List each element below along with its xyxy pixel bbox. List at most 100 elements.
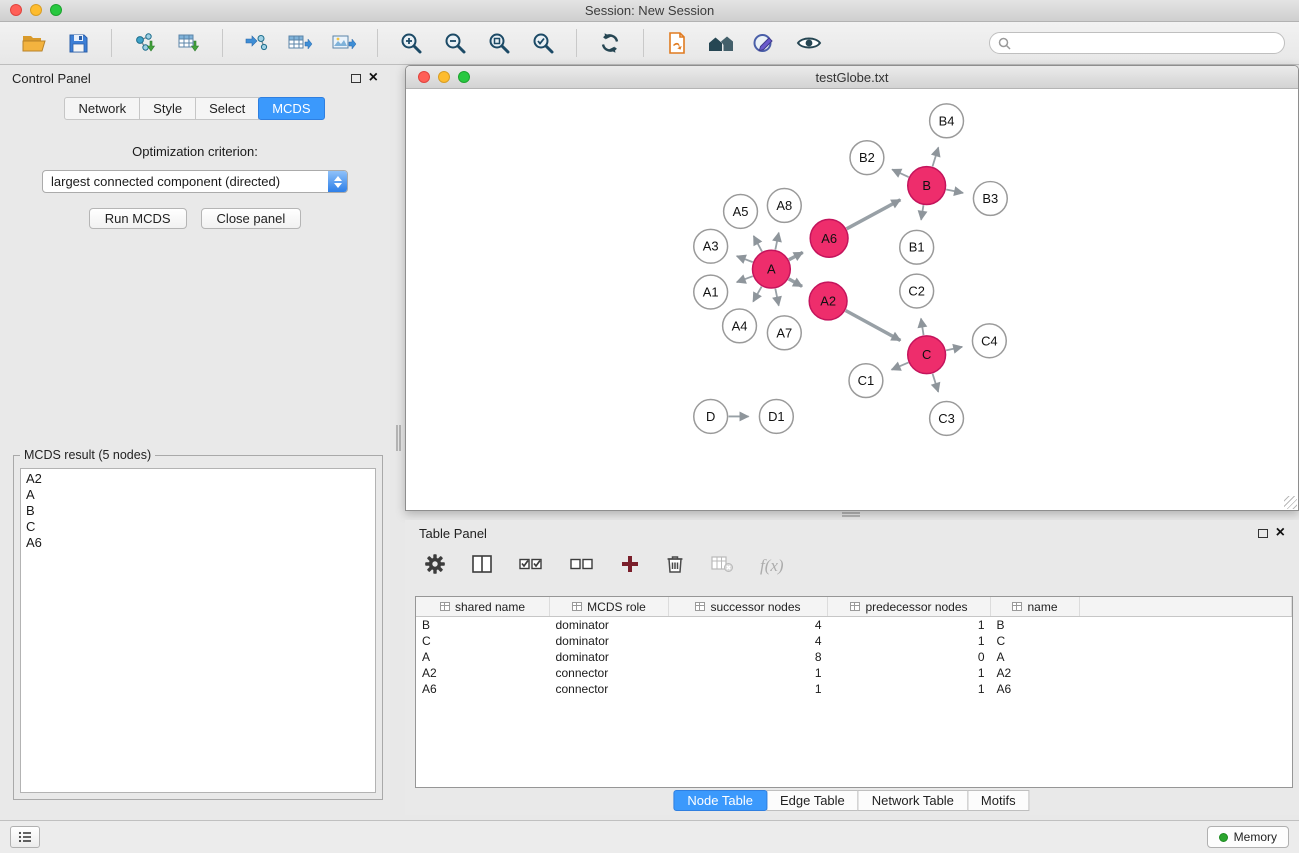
graph-node[interactable]: A6 xyxy=(810,219,848,257)
close-panel-icon[interactable]: × xyxy=(369,72,378,84)
add-column-button[interactable] xyxy=(621,555,639,578)
table-settings-button[interactable] xyxy=(425,554,445,579)
float-table-panel-icon[interactable] xyxy=(1258,529,1268,538)
list-item[interactable]: A6 xyxy=(26,535,370,551)
graph-node[interactable]: B2 xyxy=(850,141,884,175)
graph-edge[interactable] xyxy=(753,287,761,302)
graph-node[interactable]: A xyxy=(752,250,790,288)
graph-node[interactable]: B3 xyxy=(973,182,1007,216)
table-row[interactable]: A6connector11A6 xyxy=(416,681,1292,697)
close-table-panel-icon[interactable]: × xyxy=(1276,527,1285,539)
zoom-fit-button[interactable] xyxy=(479,26,519,60)
graph-edge[interactable] xyxy=(921,205,923,220)
import-network-button[interactable] xyxy=(125,26,165,60)
table-row[interactable]: Bdominator41B xyxy=(416,617,1292,634)
graph-node[interactable]: C2 xyxy=(900,274,934,308)
open-session-button[interactable] xyxy=(14,26,54,60)
export-network-button[interactable] xyxy=(236,26,276,60)
export-table-button[interactable] xyxy=(280,26,320,60)
float-panel-icon[interactable] xyxy=(351,74,361,83)
function-builder-button[interactable]: f(x) xyxy=(760,556,784,576)
tab-mcds[interactable]: MCDS xyxy=(258,97,324,120)
close-panel-button[interactable]: Close panel xyxy=(201,208,302,229)
list-item[interactable]: A2 xyxy=(26,471,370,487)
column-header[interactable]: name xyxy=(991,597,1080,617)
memory-button[interactable]: Memory xyxy=(1207,826,1289,848)
graph-edge[interactable] xyxy=(892,169,908,177)
home-views-button[interactable] xyxy=(701,26,741,60)
graph-edge[interactable] xyxy=(933,374,939,392)
graph-node[interactable]: A8 xyxy=(767,189,801,223)
tab-select[interactable]: Select xyxy=(195,97,259,120)
show-hide-details-button[interactable] xyxy=(789,26,829,60)
network-canvas[interactable]: B4 B2 B B3 A5 A8 A6 A3 B1 A C2 A1 A2 A4 A7 C4 C C1 D D1 C3 xyxy=(406,89,1298,510)
graph-edge[interactable] xyxy=(775,233,778,250)
graph-node[interactable]: A2 xyxy=(809,282,847,320)
graph-node[interactable]: D1 xyxy=(759,400,793,434)
annotation-mode-button[interactable] xyxy=(745,26,785,60)
tab-style[interactable]: Style xyxy=(139,97,196,120)
column-header[interactable]: shared name xyxy=(416,597,550,617)
graph-node[interactable]: C3 xyxy=(930,402,964,436)
graph-node[interactable]: A5 xyxy=(724,194,758,228)
task-history-button[interactable] xyxy=(10,826,40,848)
deselect-all-button[interactable] xyxy=(570,556,594,577)
export-image-button[interactable] xyxy=(324,26,364,60)
graph-edge[interactable] xyxy=(846,311,901,341)
tab-node-table[interactable]: Node Table xyxy=(673,790,767,811)
graph-edge[interactable] xyxy=(775,289,778,306)
list-item[interactable]: A xyxy=(26,487,370,503)
graph-node[interactable]: A3 xyxy=(694,229,728,263)
tab-network[interactable]: Network xyxy=(64,97,140,120)
column-header[interactable]: predecessor nodes xyxy=(828,597,991,617)
graph-edge[interactable] xyxy=(789,252,803,259)
table-row[interactable]: Cdominator41C xyxy=(416,633,1292,649)
run-mcds-button[interactable]: Run MCDS xyxy=(89,208,187,229)
resize-grip-icon[interactable] xyxy=(1284,496,1297,509)
zoom-selected-button[interactable] xyxy=(523,26,563,60)
save-session-button[interactable] xyxy=(58,26,98,60)
import-table-button[interactable] xyxy=(169,26,209,60)
graph-node[interactable]: A7 xyxy=(767,316,801,350)
delete-table-button[interactable] xyxy=(711,555,733,578)
graph-edge[interactable] xyxy=(789,279,802,286)
network-window-titlebar[interactable]: testGlobe.txt xyxy=(406,66,1298,89)
tab-motifs[interactable]: Motifs xyxy=(967,790,1030,811)
graph-edge[interactable] xyxy=(921,319,924,335)
graph-edge[interactable] xyxy=(946,190,963,193)
zoom-out-button[interactable] xyxy=(435,26,475,60)
graph-node[interactable]: C4 xyxy=(972,324,1006,358)
graph-edge[interactable] xyxy=(737,276,753,282)
graph-node[interactable]: D xyxy=(694,400,728,434)
graph-node[interactable]: B1 xyxy=(900,230,934,264)
graph-edge[interactable] xyxy=(737,256,753,262)
graph-node[interactable]: B xyxy=(908,167,946,205)
splitter-grip-horizontal[interactable] xyxy=(842,512,860,517)
graph-node[interactable]: A4 xyxy=(723,309,757,343)
list-item[interactable]: B xyxy=(26,503,370,519)
select-all-button[interactable] xyxy=(519,556,543,577)
tab-network-table[interactable]: Network Table xyxy=(858,790,968,811)
tab-edge-table[interactable]: Edge Table xyxy=(766,790,859,811)
graph-node[interactable]: A1 xyxy=(694,275,728,309)
graph-node[interactable]: C xyxy=(908,336,946,374)
zoom-in-button[interactable] xyxy=(391,26,431,60)
mcds-result-list[interactable]: A2ABCA6 xyxy=(20,468,376,793)
column-header[interactable]: successor nodes xyxy=(669,597,828,617)
delete-column-button[interactable] xyxy=(666,554,684,579)
graph-edge[interactable] xyxy=(932,147,938,166)
table-row[interactable]: A2connector11A2 xyxy=(416,665,1292,681)
graph-edge[interactable] xyxy=(754,236,762,252)
graph-node[interactable]: C1 xyxy=(849,364,883,398)
graph-node[interactable]: B4 xyxy=(930,104,964,138)
graph-edge[interactable] xyxy=(892,363,909,370)
criterion-dropdown[interactable]: largest connected component (directed) xyxy=(42,170,348,193)
graph-edge[interactable] xyxy=(946,347,962,351)
graph-edge[interactable] xyxy=(847,200,901,229)
list-item[interactable]: C xyxy=(26,519,370,535)
table-row[interactable]: Adominator80A xyxy=(416,649,1292,665)
refresh-layout-button[interactable] xyxy=(590,26,630,60)
search-input[interactable] xyxy=(1016,35,1276,51)
splitter-grip-vertical[interactable] xyxy=(396,425,401,451)
column-layout-button[interactable] xyxy=(472,555,492,578)
